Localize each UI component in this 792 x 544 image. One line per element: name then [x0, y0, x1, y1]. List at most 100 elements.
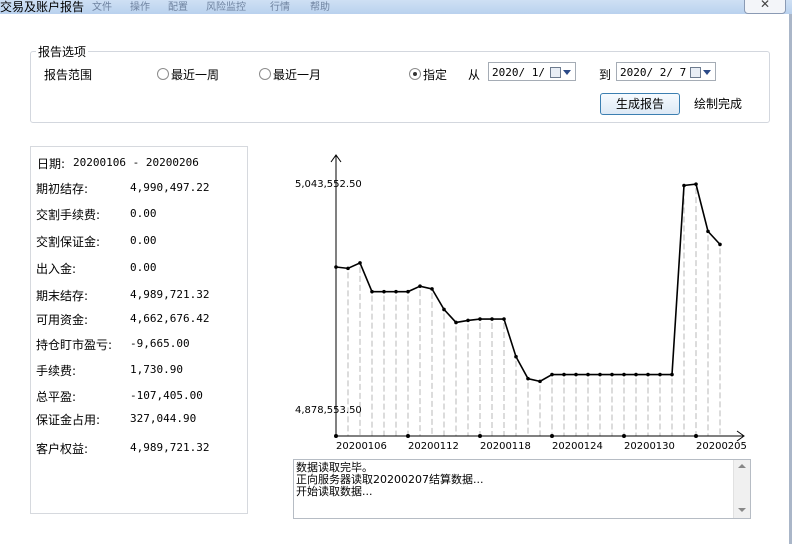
- calendar-icon: [550, 67, 561, 78]
- menu-ghost-file: 文件: [92, 2, 112, 13]
- data-point: [574, 372, 578, 377]
- data-point: [442, 307, 446, 312]
- summary-label: 期初结存:: [36, 182, 89, 196]
- data-point: [514, 354, 518, 359]
- x-tick-mark: [334, 434, 338, 438]
- y-max-label: 5,043,552.50: [295, 179, 362, 190]
- data-point: [718, 242, 722, 247]
- summary-value: 1,730.90: [130, 363, 183, 376]
- data-point: [634, 372, 638, 377]
- data-point: [706, 229, 710, 234]
- equity-chart: 5,043,552.50 4,878,553.50 20200106 202001…: [295, 154, 747, 452]
- radio-last-week-label[interactable]: 最近一周: [171, 66, 219, 83]
- radio-custom-label[interactable]: 指定: [423, 66, 447, 83]
- x-tick-label: 20200205: [696, 441, 747, 452]
- from-date-value: 2020/ 1/ 6: [492, 66, 559, 79]
- radio-last-month-label[interactable]: 最近一月: [273, 66, 321, 83]
- summary-label: 客户权益:: [36, 442, 89, 456]
- close-button[interactable]: ✕: [744, 0, 786, 14]
- summary-label: 持仓盯市盈亏:: [36, 338, 113, 352]
- y-min-label: 4,878,553.50: [295, 405, 362, 416]
- log-box[interactable]: 数据读取完毕。 正向服务器读取20200207结算数据... 开始读取数据...: [293, 459, 751, 519]
- x-tick-label: 20200124: [552, 441, 603, 452]
- data-point: [526, 376, 530, 381]
- summary-label: 总平盈:: [36, 390, 77, 404]
- data-point: [646, 372, 650, 377]
- data-point: [334, 265, 338, 269]
- to-date-value: 2020/ 2/ 7: [620, 66, 687, 79]
- menu-ghost-risk: 风险监控: [206, 2, 246, 13]
- close-icon: ✕: [759, 0, 771, 11]
- data-point: [658, 372, 662, 377]
- date-range-value: 20200106 - 20200206: [73, 156, 199, 169]
- summary-label: 交割手续费:: [36, 208, 101, 222]
- summary-label: 可用资金:: [36, 313, 89, 327]
- menu-ghost-config: 配置: [168, 2, 188, 13]
- summary-label: 出入金:: [36, 262, 77, 276]
- summary-value: 0.00: [130, 234, 157, 247]
- title-bar: 交易及账户报告 文件 操作 配置 风险监控 行情 帮助 ✕: [0, 0, 792, 14]
- x-tick-mark: [550, 434, 554, 438]
- summary-label: 期末结存:: [36, 289, 89, 303]
- data-point: [562, 372, 566, 377]
- to-label: 到: [599, 68, 612, 82]
- radio-custom[interactable]: [409, 68, 421, 80]
- data-point: [682, 183, 686, 188]
- scroll-up-icon[interactable]: [738, 464, 746, 468]
- summary-value: 327,044.90: [130, 412, 197, 425]
- data-point: [610, 372, 614, 377]
- data-point: [454, 320, 458, 325]
- data-point: [466, 318, 470, 323]
- to-date-picker[interactable]: 2020/ 2/ 7: [616, 62, 716, 81]
- dropdown-arrow-icon[interactable]: [703, 70, 711, 75]
- summary-value: 4,662,676.42: [130, 312, 210, 325]
- data-point: [418, 284, 422, 288]
- data-point: [598, 372, 602, 377]
- data-point: [538, 379, 542, 384]
- data-point: [382, 289, 386, 294]
- data-point: [670, 372, 674, 377]
- status-text: 绘制完成: [694, 97, 743, 111]
- data-point: [694, 182, 698, 186]
- x-tick-mark: [406, 434, 410, 438]
- summary-value: -107,405.00: [130, 389, 203, 402]
- data-point: [550, 372, 554, 377]
- equity-series-line: [335, 183, 721, 383]
- data-point: [430, 287, 434, 291]
- from-date-picker[interactable]: 2020/ 1/ 6: [488, 62, 576, 81]
- data-point: [478, 317, 482, 321]
- radio-last-week[interactable]: [157, 68, 169, 80]
- menu-ghost-operate: 操作: [130, 2, 150, 13]
- summary-value: -9,665.00: [130, 337, 190, 350]
- x-tick-label: 20200118: [480, 441, 531, 452]
- summary-label: 交割保证金:: [36, 235, 101, 249]
- x-tick-mark: [478, 434, 482, 438]
- menu-ghost-help: 帮助: [310, 2, 330, 13]
- summary-value: 0.00: [130, 261, 157, 274]
- report-range-label: 报告范围: [44, 68, 93, 82]
- data-point: [394, 289, 398, 294]
- data-point: [586, 372, 590, 377]
- scroll-down-icon[interactable]: [738, 508, 746, 512]
- summary-label: 手续费:: [36, 364, 77, 378]
- data-point: [406, 289, 410, 294]
- report-options-legend: 报告选项: [36, 43, 89, 60]
- x-tick-mark: [622, 434, 626, 438]
- data-point: [502, 317, 506, 321]
- window-title: 交易及账户报告: [0, 0, 85, 14]
- log-line: 开始读取数据...: [296, 485, 373, 498]
- dropdown-arrow-icon[interactable]: [563, 70, 571, 75]
- summary-value: 0.00: [130, 207, 157, 220]
- generate-report-button[interactable]: 生成报告: [600, 93, 680, 115]
- summary-value: 4,989,721.32: [130, 441, 210, 454]
- data-point: [622, 372, 626, 377]
- x-tick-label: 20200112: [408, 441, 459, 452]
- from-label: 从: [468, 68, 481, 82]
- date-label: 日期:: [37, 157, 66, 171]
- radio-last-month[interactable]: [259, 68, 271, 80]
- summary-value: 4,990,497.22: [130, 181, 210, 194]
- log-scrollbar[interactable]: [733, 460, 750, 518]
- data-point: [346, 266, 350, 271]
- summary-panel: [30, 146, 248, 514]
- x-tick-mark: [694, 434, 698, 438]
